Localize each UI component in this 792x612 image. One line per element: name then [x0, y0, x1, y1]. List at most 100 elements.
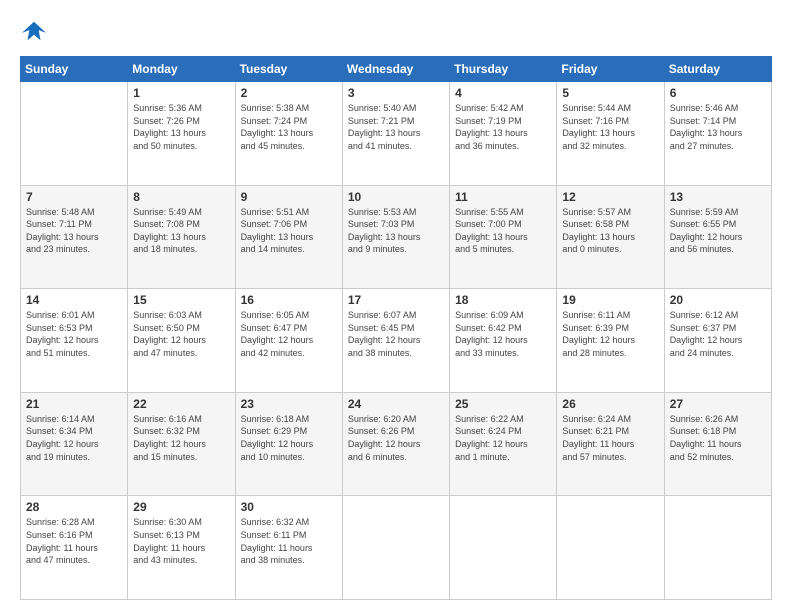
day-number: 3	[348, 86, 444, 100]
day-number: 6	[670, 86, 766, 100]
calendar-cell: 17 Sunrise: 6:07 AM Sunset: 6:45 PM Dayli…	[342, 289, 449, 393]
calendar-cell: 16 Sunrise: 6:05 AM Sunset: 6:47 PM Dayli…	[235, 289, 342, 393]
calendar-cell: 18 Sunrise: 6:09 AM Sunset: 6:42 PM Dayli…	[450, 289, 557, 393]
week-row-1: 1Sunrise: 5:36 AM Sunset: 7:26 PM Daylig…	[21, 82, 772, 186]
day-number: 9	[241, 190, 337, 204]
calendar-cell: 24 Sunrise: 6:20 AM Sunset: 6:26 PM Dayli…	[342, 392, 449, 496]
day-number: 28	[26, 500, 122, 514]
day-number: 17	[348, 293, 444, 307]
day-number: 12	[562, 190, 658, 204]
week-row-5: 28 Sunrise: 6:28 AM Sunset: 6:16 PM Dayli…	[21, 496, 772, 600]
header	[20, 18, 772, 46]
weekday-header-tuesday: Tuesday	[235, 57, 342, 82]
calendar-cell: 20 Sunrise: 6:12 AM Sunset: 6:37 PM Dayli…	[664, 289, 771, 393]
calendar-cell: 29 Sunrise: 6:30 AM Sunset: 6:13 PM Dayli…	[128, 496, 235, 600]
day-number: 23	[241, 397, 337, 411]
cell-info: Sunrise: 6:24 AM Sunset: 6:21 PM Dayligh…	[562, 413, 658, 463]
day-number: 27	[670, 397, 766, 411]
cell-info: Sunrise: 6:26 AM Sunset: 6:18 PM Dayligh…	[670, 413, 766, 463]
cell-info: Sunrise: 5:57 AM Sunset: 6:58 PM Dayligh…	[562, 206, 658, 256]
weekday-header-saturday: Saturday	[664, 57, 771, 82]
cell-info: Sunrise: 6:14 AM Sunset: 6:34 PM Dayligh…	[26, 413, 122, 463]
calendar-cell: 6 Sunrise: 5:46 AM Sunset: 7:14 PM Daylig…	[664, 82, 771, 186]
weekday-header-monday: Monday	[128, 57, 235, 82]
day-number: 16	[241, 293, 337, 307]
calendar-cell: 22Sunrise: 6:16 AM Sunset: 6:32 PM Dayli…	[128, 392, 235, 496]
calendar-cell: 5 Sunrise: 5:44 AM Sunset: 7:16 PM Daylig…	[557, 82, 664, 186]
day-number: 18	[455, 293, 551, 307]
calendar-cell: 2Sunrise: 5:38 AM Sunset: 7:24 PM Daylig…	[235, 82, 342, 186]
cell-info: Sunrise: 6:09 AM Sunset: 6:42 PM Dayligh…	[455, 309, 551, 359]
day-number: 26	[562, 397, 658, 411]
calendar-cell: 7 Sunrise: 5:48 AM Sunset: 7:11 PM Daylig…	[21, 185, 128, 289]
weekday-header-row: SundayMondayTuesdayWednesdayThursdayFrid…	[21, 57, 772, 82]
calendar-table: SundayMondayTuesdayWednesdayThursdayFrid…	[20, 56, 772, 600]
calendar-cell	[557, 496, 664, 600]
logo	[20, 18, 52, 46]
calendar-cell	[342, 496, 449, 600]
day-number: 24	[348, 397, 444, 411]
calendar-cell: 9Sunrise: 5:51 AM Sunset: 7:06 PM Daylig…	[235, 185, 342, 289]
weekday-header-wednesday: Wednesday	[342, 57, 449, 82]
day-number: 29	[133, 500, 229, 514]
day-number: 15	[133, 293, 229, 307]
cell-info: Sunrise: 5:53 AM Sunset: 7:03 PM Dayligh…	[348, 206, 444, 256]
cell-info: Sunrise: 5:48 AM Sunset: 7:11 PM Dayligh…	[26, 206, 122, 256]
calendar-cell: 14 Sunrise: 6:01 AM Sunset: 6:53 PM Dayli…	[21, 289, 128, 393]
cell-info: Sunrise: 6:18 AM Sunset: 6:29 PM Dayligh…	[241, 413, 337, 463]
calendar-cell: 28 Sunrise: 6:28 AM Sunset: 6:16 PM Dayli…	[21, 496, 128, 600]
cell-info: Sunrise: 6:20 AM Sunset: 6:26 PM Dayligh…	[348, 413, 444, 463]
day-number: 19	[562, 293, 658, 307]
day-number: 11	[455, 190, 551, 204]
weekday-header-friday: Friday	[557, 57, 664, 82]
calendar-cell: 4Sunrise: 5:42 AM Sunset: 7:19 PM Daylig…	[450, 82, 557, 186]
cell-info: Sunrise: 5:44 AM Sunset: 7:16 PM Dayligh…	[562, 102, 658, 152]
cell-info: Sunrise: 6:05 AM Sunset: 6:47 PM Dayligh…	[241, 309, 337, 359]
calendar-cell: 8 Sunrise: 5:49 AM Sunset: 7:08 PM Daylig…	[128, 185, 235, 289]
day-number: 8	[133, 190, 229, 204]
cell-info: Sunrise: 6:22 AM Sunset: 6:24 PM Dayligh…	[455, 413, 551, 463]
week-row-4: 21 Sunrise: 6:14 AM Sunset: 6:34 PM Dayli…	[21, 392, 772, 496]
cell-info: Sunrise: 6:03 AM Sunset: 6:50 PM Dayligh…	[133, 309, 229, 359]
calendar-cell: 25 Sunrise: 6:22 AM Sunset: 6:24 PM Dayli…	[450, 392, 557, 496]
cell-info: Sunrise: 6:12 AM Sunset: 6:37 PM Dayligh…	[670, 309, 766, 359]
cell-info: Sunrise: 6:30 AM Sunset: 6:13 PM Dayligh…	[133, 516, 229, 566]
cell-info: Sunrise: 5:46 AM Sunset: 7:14 PM Dayligh…	[670, 102, 766, 152]
day-number: 21	[26, 397, 122, 411]
cell-info: Sunrise: 5:59 AM Sunset: 6:55 PM Dayligh…	[670, 206, 766, 256]
cell-info: Sunrise: 5:49 AM Sunset: 7:08 PM Dayligh…	[133, 206, 229, 256]
calendar-cell: 10 Sunrise: 5:53 AM Sunset: 7:03 PM Dayli…	[342, 185, 449, 289]
week-row-2: 7 Sunrise: 5:48 AM Sunset: 7:11 PM Daylig…	[21, 185, 772, 289]
calendar-cell: 3 Sunrise: 5:40 AM Sunset: 7:21 PM Daylig…	[342, 82, 449, 186]
calendar-cell: 26 Sunrise: 6:24 AM Sunset: 6:21 PM Dayli…	[557, 392, 664, 496]
calendar-cell	[664, 496, 771, 600]
weekday-header-sunday: Sunday	[21, 57, 128, 82]
page: SundayMondayTuesdayWednesdayThursdayFrid…	[0, 0, 792, 612]
cell-info: Sunrise: 6:01 AM Sunset: 6:53 PM Dayligh…	[26, 309, 122, 359]
week-row-3: 14 Sunrise: 6:01 AM Sunset: 6:53 PM Dayli…	[21, 289, 772, 393]
cell-info: Sunrise: 6:07 AM Sunset: 6:45 PM Dayligh…	[348, 309, 444, 359]
day-number: 7	[26, 190, 122, 204]
day-number: 20	[670, 293, 766, 307]
day-number: 5	[562, 86, 658, 100]
day-number: 4	[455, 86, 551, 100]
calendar-cell: 12 Sunrise: 5:57 AM Sunset: 6:58 PM Dayli…	[557, 185, 664, 289]
day-number: 13	[670, 190, 766, 204]
cell-info: Sunrise: 6:28 AM Sunset: 6:16 PM Dayligh…	[26, 516, 122, 566]
cell-info: Sunrise: 5:55 AM Sunset: 7:00 PM Dayligh…	[455, 206, 551, 256]
day-number: 14	[26, 293, 122, 307]
day-number: 2	[241, 86, 337, 100]
calendar-cell: 19Sunrise: 6:11 AM Sunset: 6:39 PM Dayli…	[557, 289, 664, 393]
cell-info: Sunrise: 5:40 AM Sunset: 7:21 PM Dayligh…	[348, 102, 444, 152]
calendar-cell	[21, 82, 128, 186]
day-number: 30	[241, 500, 337, 514]
calendar-cell: 11 Sunrise: 5:55 AM Sunset: 7:00 PM Dayli…	[450, 185, 557, 289]
day-number: 22	[133, 397, 229, 411]
calendar-cell: 27 Sunrise: 6:26 AM Sunset: 6:18 PM Dayli…	[664, 392, 771, 496]
cell-info: Sunrise: 5:36 AM Sunset: 7:26 PM Dayligh…	[133, 102, 229, 152]
day-number: 25	[455, 397, 551, 411]
day-number: 10	[348, 190, 444, 204]
calendar-cell: 23 Sunrise: 6:18 AM Sunset: 6:29 PM Dayli…	[235, 392, 342, 496]
calendar-cell: 15 Sunrise: 6:03 AM Sunset: 6:50 PM Dayli…	[128, 289, 235, 393]
cell-info: Sunrise: 6:32 AM Sunset: 6:11 PM Dayligh…	[241, 516, 337, 566]
